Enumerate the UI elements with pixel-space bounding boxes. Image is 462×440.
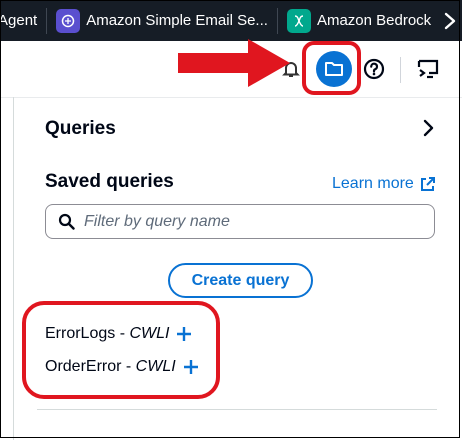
queries-heading: Queries bbox=[45, 118, 116, 139]
toolbar-divider bbox=[400, 57, 401, 83]
learn-more-link[interactable]: Learn more bbox=[332, 175, 435, 193]
annotation-arrow-icon bbox=[178, 39, 290, 87]
bookmark-separator bbox=[46, 7, 48, 34]
external-link-icon bbox=[420, 176, 435, 192]
create-query-button[interactable]: Create query bbox=[168, 263, 313, 298]
help-icon bbox=[363, 58, 385, 80]
bookmark-label: Amazon Simple Email Se... bbox=[86, 12, 268, 29]
bookmark-ses[interactable]: Amazon Simple Email Se... bbox=[56, 0, 268, 41]
bookmarks-bar: Agent Amazon Simple Email Se... Amazon B… bbox=[0, 0, 462, 43]
bookmarks-overflow-chevron-icon[interactable] bbox=[438, 0, 462, 41]
annotation-highlight-saved-queries bbox=[22, 301, 220, 399]
bookmark-agent[interactable]: Agent bbox=[0, 0, 37, 41]
screen-settings-icon bbox=[417, 59, 439, 79]
annotation-highlight-folder bbox=[302, 41, 361, 95]
bookmark-label: Agent bbox=[0, 12, 38, 29]
panel-divider bbox=[37, 409, 437, 410]
chevron-right-icon bbox=[423, 119, 434, 137]
bedrock-icon bbox=[286, 8, 311, 33]
ses-icon bbox=[56, 8, 81, 33]
display-settings-button[interactable] bbox=[411, 52, 445, 86]
panel-left-border bbox=[13, 97, 14, 440]
learn-more-label: Learn more bbox=[332, 175, 414, 192]
queries-expand-button[interactable] bbox=[422, 118, 436, 143]
filter-queries-search bbox=[45, 204, 435, 239]
help-button[interactable] bbox=[357, 52, 391, 86]
bookmark-bedrock[interactable]: Amazon Bedrock bbox=[286, 0, 432, 41]
filter-query-input[interactable] bbox=[84, 212, 414, 231]
bookmark-label: Amazon Bedrock bbox=[316, 12, 432, 29]
saved-queries-heading: Saved queries bbox=[45, 171, 174, 192]
search-icon bbox=[58, 213, 75, 230]
bookmark-separator bbox=[276, 7, 278, 34]
